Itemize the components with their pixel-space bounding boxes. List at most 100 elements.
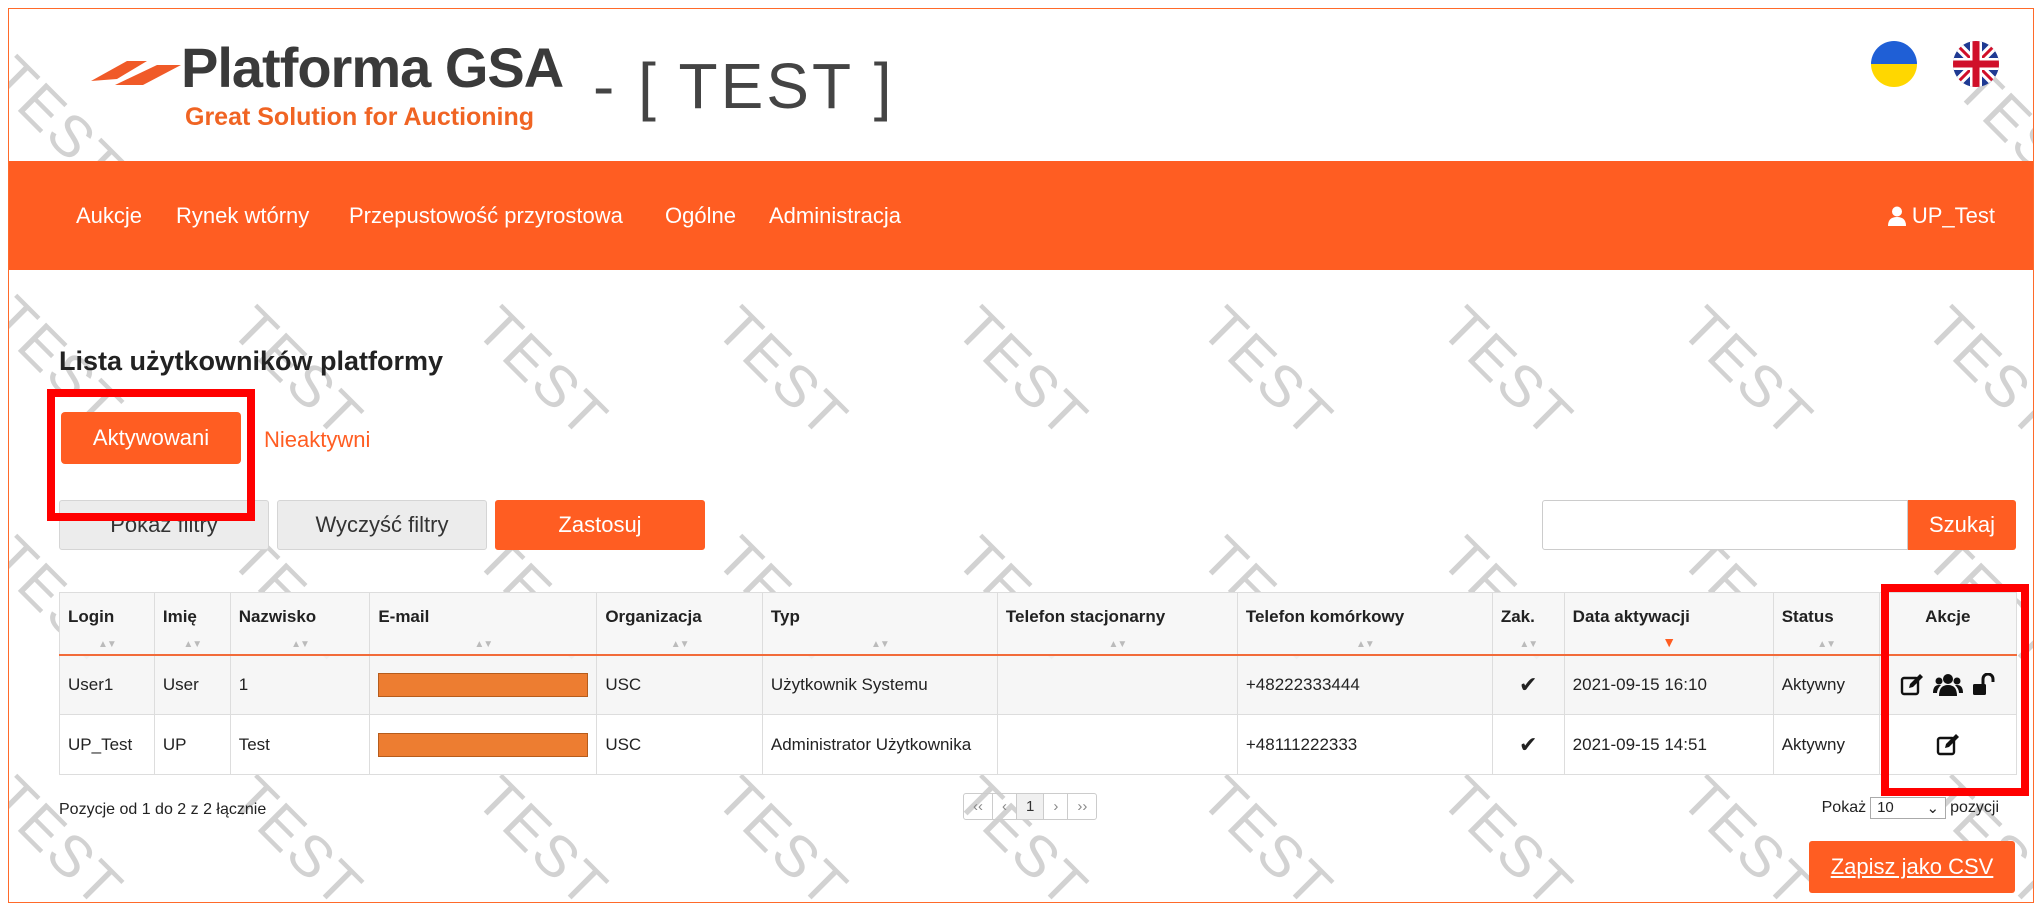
col-status[interactable]: Status ▲▼	[1772, 592, 1880, 656]
show-suffix: pozycji	[1950, 799, 1999, 816]
sort-icon: ▲▼	[1817, 638, 1836, 650]
site-header: Platforma GSA Great Solution for Auction…	[9, 9, 2033, 161]
col-telefon-komorkowy[interactable]: Telefon komórkowy ▲▼	[1236, 592, 1493, 656]
search-button[interactable]: Szukaj	[1908, 500, 2016, 550]
unlock-icon[interactable]	[1971, 672, 1995, 697]
clear-filters-button[interactable]: Wyczyść filtry	[277, 500, 487, 550]
nav-przepustowosc[interactable]: Przepustowość przyrostowa	[349, 203, 623, 229]
col-nazwisko[interactable]: Nazwisko ▲▼	[229, 592, 371, 656]
show-label: Pokaż	[1821, 799, 1867, 816]
edit-icon[interactable]	[1900, 673, 1924, 697]
user-name: UP_Test	[1911, 203, 1995, 228]
cell-telefon-stacjonarny	[996, 654, 1238, 715]
col-label: Typ	[770, 607, 800, 626]
cell-typ: Administrator Użytkownika	[761, 714, 998, 775]
cell-telefon-komorkowy: +48222333444	[1236, 654, 1493, 715]
cell-akcje	[1878, 654, 2017, 715]
col-label: Login	[68, 607, 115, 626]
cell-data-aktywacji: 2021-09-15 14:51	[1563, 714, 1774, 775]
nav-administracja[interactable]: Administracja	[769, 203, 901, 229]
tab-nieaktywni[interactable]: Nieaktywni	[264, 427, 370, 453]
col-organizacja[interactable]: Organizacja ▲▼	[596, 592, 763, 656]
main-navbar: Aukcje Rynek wtórny Przepustowość przyro…	[9, 161, 2033, 270]
col-akcje: Akcje	[1878, 592, 2017, 656]
pagination-info: Pozycje od 1 do 2 z 2 łącznie	[59, 801, 267, 818]
cell-typ: Użytkownik Systemu	[761, 654, 998, 715]
apply-button[interactable]: Zastosuj	[495, 500, 705, 550]
col-label: Akcje	[1925, 607, 1971, 626]
cell-organizacja: USC	[596, 714, 763, 775]
col-typ[interactable]: Typ ▲▼	[761, 592, 998, 656]
col-telefon-stacjonarny[interactable]: Telefon stacjonarny ▲▼	[996, 592, 1238, 656]
cell-imie: User	[153, 654, 231, 715]
redacted-email	[378, 672, 589, 697]
sort-desc-icon: ▼	[1662, 633, 1676, 650]
gsa-logo-icon[interactable]	[87, 51, 183, 93]
col-label: Organizacja	[605, 607, 702, 626]
user-icon	[1887, 206, 1906, 226]
table-header-row: Login ▲▼ Imię ▲▼ Nazwisko ▲▼ E-mail ▲▼ Organ…	[59, 592, 2017, 656]
check-icon: ✔	[1491, 714, 1565, 775]
nav-ogolne[interactable]: Ogólne	[665, 203, 736, 229]
nav-aukcje[interactable]: Aukcje	[76, 203, 142, 229]
edit-icon[interactable]	[1936, 733, 1960, 757]
page-size-select[interactable]: 10 ⌄	[1870, 797, 1947, 819]
table-row: User1 User 1 USC Użytkownik Systemu +482…	[59, 654, 2017, 715]
sort-icon: ▲▼	[98, 638, 117, 650]
page-1-button[interactable]: 1	[1017, 794, 1045, 819]
col-login[interactable]: Login ▲▼	[59, 592, 155, 656]
users-group-icon[interactable]	[1932, 673, 1963, 697]
col-label: Nazwisko	[238, 607, 317, 626]
sort-icon: ▲▼	[1355, 638, 1375, 650]
page-size-value: 10	[1877, 799, 1894, 816]
col-label: Imię	[162, 607, 197, 626]
table-row: UP_Test UP Test USC Administrator Użytko…	[59, 714, 2017, 775]
app-frame: TEST TEST TEST TEST TEST TEST TEST TEST …	[8, 8, 2034, 903]
col-label: Status	[1781, 607, 1834, 626]
sort-icon: ▲▼	[291, 638, 310, 650]
sort-icon: ▲▼	[1519, 638, 1538, 650]
cell-telefon-komorkowy: +48111222333	[1236, 714, 1493, 775]
page-title: Lista użytkowników platformy	[59, 346, 444, 376]
page-prev-button[interactable]: ‹	[993, 794, 1017, 819]
cell-data-aktywacji: 2021-09-15 16:10	[1563, 654, 1774, 715]
ukraine-flag-icon[interactable]	[1871, 41, 1917, 87]
uk-flag-icon[interactable]	[1953, 41, 1999, 87]
search-input[interactable]	[1542, 500, 1908, 550]
col-imie[interactable]: Imię ▲▼	[153, 592, 231, 656]
environment-label: - [ TEST ]	[593, 50, 895, 122]
sort-icon: ▲▼	[670, 638, 690, 650]
check-icon: ✔	[1491, 654, 1565, 715]
page-first-button[interactable]: ‹‹	[964, 794, 993, 819]
sort-icon: ▲▼	[870, 638, 890, 650]
tab-aktywowani[interactable]: Aktywowani	[61, 412, 241, 464]
show-filters-button[interactable]: Pokaż filtry	[59, 500, 269, 550]
export-csv-button[interactable]: Zapisz jako CSV	[1809, 841, 2015, 893]
col-label: Data aktywacji	[1572, 607, 1690, 626]
page-last-button[interactable]: ››	[1068, 794, 1096, 819]
cell-nazwisko: Test	[229, 714, 371, 775]
col-label: Telefon komórkowy	[1245, 607, 1405, 626]
main-content: Lista użytkowników platformy Aktywowani …	[9, 270, 2033, 902]
sort-icon: ▲▼	[183, 638, 202, 650]
redacted-email	[378, 732, 589, 757]
col-zak[interactable]: Zak. ▲▼	[1491, 592, 1565, 656]
cell-nazwisko: 1	[229, 654, 371, 715]
cell-email	[369, 654, 598, 715]
logo-subtitle: Great Solution for Auctioning	[185, 103, 535, 131]
sort-icon: ▲▼	[1108, 638, 1127, 650]
col-label: Zak.	[1500, 607, 1535, 626]
cell-login: User1	[59, 654, 155, 715]
page-next-button[interactable]: ›	[1044, 794, 1069, 819]
cell-imie: UP	[153, 714, 231, 775]
nav-rynek-wtorny[interactable]: Rynek wtórny	[176, 203, 309, 229]
cell-telefon-stacjonarny	[996, 714, 1238, 775]
col-data-aktywacji[interactable]: Data aktywacji ▼	[1563, 592, 1774, 656]
col-email[interactable]: E-mail ▲▼	[369, 592, 598, 656]
sort-icon: ▲▼	[474, 638, 493, 650]
users-table: Login ▲▼ Imię ▲▼ Nazwisko ▲▼ E-mail ▲▼ Organ…	[59, 592, 2017, 775]
cell-email	[369, 714, 598, 775]
logo-title[interactable]: Platforma GSA	[181, 35, 564, 100]
cell-login: UP_Test	[59, 714, 155, 775]
user-menu[interactable]: UP_Test	[1887, 203, 1995, 229]
